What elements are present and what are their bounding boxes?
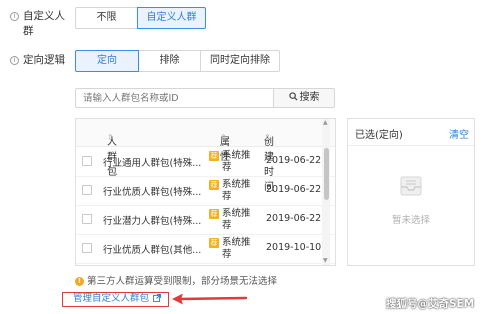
row-checkbox[interactable]: [82, 243, 92, 253]
logic-label: 定向逻辑: [23, 54, 65, 66]
manage-link-label: 管理自定义人群包: [73, 293, 150, 304]
recommend-tag-icon: 荐: [209, 180, 219, 190]
sort-icon: ⇕: [264, 133, 271, 142]
logic-segment: 定向 排除 同时定向排除: [75, 50, 280, 72]
audience-attr: 系统推荐: [222, 150, 251, 173]
recommend-tag-icon: 荐: [209, 238, 219, 248]
restriction-notice: ! 第三方人群运算受到限制，部分场景无法选择: [75, 273, 277, 287]
table-header: 人群包 ⇕ 属性 ⇕ 创建时间 ⇕: [76, 119, 335, 193]
audience-name: 行业通用人群包(特殊...: [103, 158, 202, 169]
audience-name: 行业潜力人群包(特殊...: [103, 216, 202, 227]
logic-option-both[interactable]: 同时定向排除: [200, 50, 280, 72]
sort-icon: ⇕: [107, 133, 114, 142]
audience-date: 2019-06-22: [266, 184, 322, 195]
row-checkbox[interactable]: [82, 214, 92, 224]
selected-title: 已选(定向): [355, 130, 403, 141]
info-icon: i: [10, 56, 19, 65]
search-icon: [288, 92, 298, 101]
audience-option-unlimited[interactable]: 不限: [75, 7, 138, 29]
logic-option-target[interactable]: 定向: [75, 50, 139, 72]
recommend-tag-icon: 荐: [209, 209, 219, 219]
search-button-label: 搜索: [299, 92, 320, 103]
clear-link[interactable]: 清空: [449, 126, 469, 141]
audience-date: 2019-06-22: [266, 155, 322, 166]
sort-icon: ⇕: [220, 133, 227, 142]
table-scroll-thumb[interactable]: [324, 148, 329, 200]
manage-audience-link[interactable]: 管理自定义人群包: [62, 292, 169, 307]
warning-icon: !: [75, 277, 84, 286]
audience-attr: 系统推荐: [222, 237, 251, 260]
audience-date: 2019-06-22: [266, 213, 322, 224]
search-button[interactable]: 搜索: [273, 88, 335, 108]
table-row[interactable]: 行业潜力人群包(特殊... 荐 系统推荐 2019-06-22: [76, 205, 335, 235]
info-icon: i: [10, 12, 19, 21]
watermark: 搜狐号@艾奇SEM: [386, 298, 475, 310]
scroll-up-icon[interactable]: ▲: [323, 119, 328, 126]
audience-table: 人群包 ⇕ 属性 ⇕ 创建时间 ⇕ 行业通用人群包(特殊... 荐 系统推荐 2…: [75, 118, 336, 266]
audience-option-custom[interactable]: 自定义人群: [137, 7, 206, 29]
table-row[interactable]: 行业通用人群包(特殊... 荐 系统推荐 2019-06-22: [76, 147, 335, 177]
row-checkbox[interactable]: [82, 185, 92, 195]
external-link-icon: [153, 294, 161, 302]
table-row[interactable]: 行业优质人群包(特殊... 荐 系统推荐 2019-06-22: [76, 176, 335, 206]
row-checkbox[interactable]: [82, 156, 92, 166]
audience-attr: 系统推荐: [222, 208, 251, 231]
audience-attr: 系统推荐: [222, 179, 251, 202]
empty-text: 暂未选择: [392, 215, 431, 226]
selected-header: 已选(定向) 清空: [348, 119, 474, 146]
audience-name: 行业优质人群包(其他...: [103, 245, 202, 256]
table-row[interactable]: 行业优质人群包(其他... 荐 系统推荐 2019-10-10: [76, 234, 335, 264]
scroll-down-icon[interactable]: ▼: [323, 257, 328, 264]
audience-date: 2019-10-10: [266, 242, 322, 253]
audience-segment: 不限 自定义人群: [75, 7, 206, 29]
recommend-tag-icon: 荐: [209, 151, 219, 161]
logic-option-exclude[interactable]: 排除: [138, 50, 201, 72]
audience-search-input[interactable]: [75, 88, 274, 108]
audience-name: 行业优质人群包(特殊...: [103, 187, 202, 198]
selected-panel: 已选(定向) 清空 暂未选择: [347, 118, 475, 266]
audience-label: 自定义人 群: [23, 10, 65, 37]
red-arrow-annotation: [172, 293, 248, 305]
inbox-icon: [400, 176, 422, 196]
